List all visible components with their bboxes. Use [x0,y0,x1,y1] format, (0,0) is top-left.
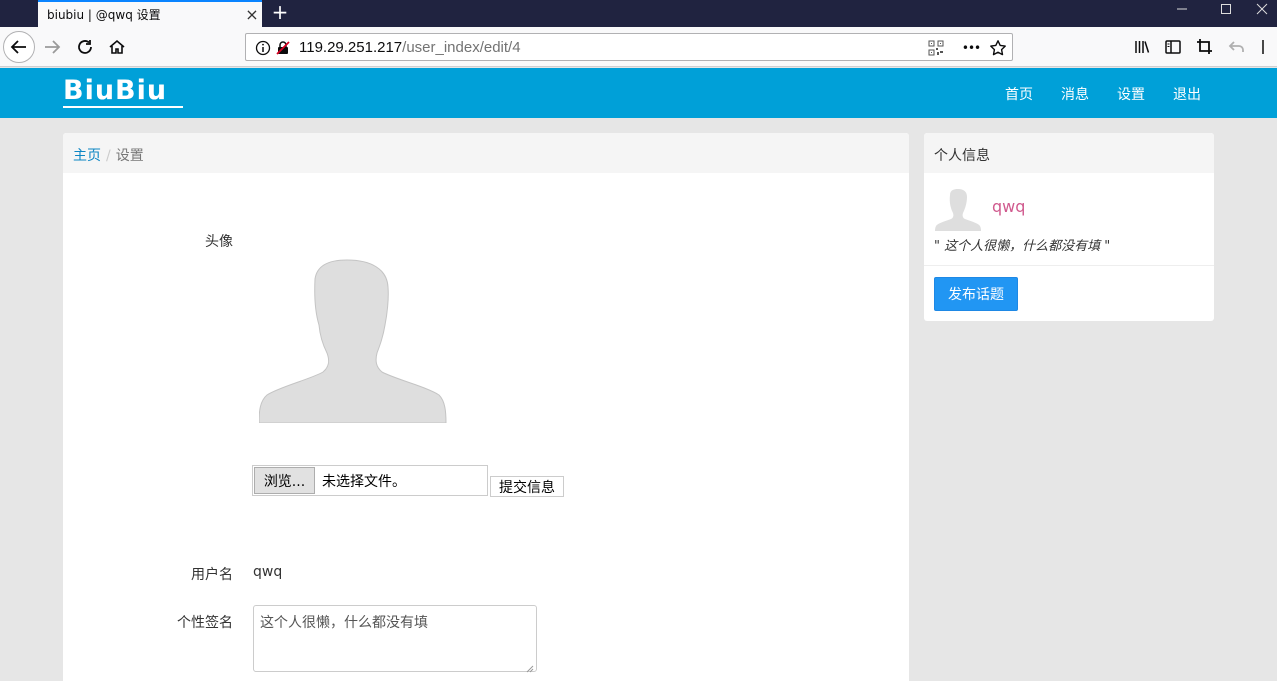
back-arrow-icon[interactable] [3,31,35,63]
avatar-file-input[interactable]: 浏览... 未选择文件。 [252,465,488,496]
forward-arrow-icon[interactable] [38,33,66,61]
profile-panel: 个人信息 qwq " 这个人很懒，什么都没有填 " 发布话题 [924,133,1214,321]
minimize-icon[interactable] [1159,0,1205,27]
library-icon[interactable] [1128,33,1156,61]
signature-label: 个性签名 [177,615,233,631]
breadcrumb: 主页 / 设置 [63,133,909,173]
url-bar[interactable]: 119.29.251.217/user_index/edit/4 ••• [245,33,1013,61]
browse-button[interactable]: 浏览... [254,467,315,494]
submit-info-button[interactable]: 提交信息 [490,476,564,497]
browser-toolbar: 119.29.251.217/user_index/edit/4 ••• [0,27,1277,67]
breadcrumb-separator: / [106,148,111,164]
username-label: 用户名 [191,567,233,583]
avatar[interactable] [934,189,982,231]
logo-text: BiuBiu [63,75,168,106]
home-icon[interactable] [103,33,131,61]
new-tab-icon[interactable]: + [268,1,292,25]
site-logo[interactable]: BiuBiu [63,76,183,108]
nav-logout-link[interactable]: 退出 [1173,84,1201,104]
info-icon[interactable] [254,39,272,57]
bookmark-star-icon[interactable] [989,39,1007,57]
profile-panel-heading: 个人信息 [924,133,1214,173]
sidebar-toggle-icon[interactable] [1159,33,1187,61]
signature-textarea[interactable]: 这个人很懒，什么都没有填 [253,605,537,673]
page-actions-icon[interactable]: ••• [960,39,982,57]
avatar-label: 头像 [205,234,233,250]
file-status-text: 未选择文件。 [322,473,406,490]
profile-signature: " 这个人很懒，什么都没有填 " [934,239,1111,254]
signature-text: 这个人很懒，什么都没有填 [260,615,428,631]
breadcrumb-home-link[interactable]: 主页 [73,148,101,164]
settings-panel: 主页 / 设置 [63,133,909,681]
insecure-lock-icon[interactable] [274,39,292,57]
url-host: 119.29.251.217 [299,39,403,56]
browser-titlebar: biubiu | @qwq 设置 × + [0,0,1277,27]
url-text: 119.29.251.217/user_index/edit/4 [299,39,521,56]
breadcrumb-current: 设置 [115,148,144,164]
profile-username-link[interactable]: qwq [992,197,1025,216]
overflow-menu-icon[interactable] [1258,33,1272,61]
nav-home-link[interactable]: 首页 [1005,84,1033,104]
qr-code-icon[interactable] [927,39,945,57]
browser-tab[interactable]: biubiu | @qwq 设置 × [38,0,262,27]
undo-icon[interactable] [1223,33,1251,61]
close-window-icon[interactable] [1247,0,1277,27]
reload-icon[interactable] [71,33,99,61]
screenshot-crop-icon[interactable] [1191,33,1219,61]
logo-underline [63,106,183,108]
nav-messages-link[interactable]: 消息 [1061,84,1089,104]
resize-grip-icon[interactable] [526,661,534,673]
divider [924,265,1214,266]
url-path: /user_index/edit/4 [402,39,521,56]
tab-title: biubiu | @qwq 设置 [47,8,161,22]
username-value: qwq [253,564,283,580]
avatar-image [258,259,447,424]
publish-topic-button[interactable]: 发布话题 [934,277,1018,311]
nav-settings-link[interactable]: 设置 [1117,84,1145,104]
maximize-icon[interactable] [1203,0,1249,27]
close-tab-icon[interactable]: × [242,6,262,23]
